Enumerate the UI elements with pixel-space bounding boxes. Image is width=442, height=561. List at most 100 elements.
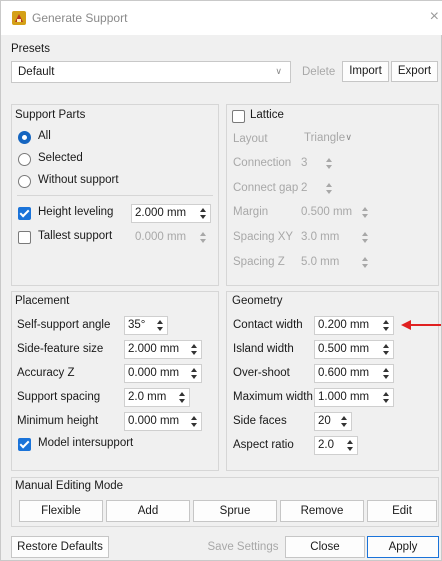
tallest-support-checkbox[interactable]	[18, 231, 31, 244]
chevron-down-icon: ∨	[345, 132, 352, 142]
side-feature-size-spinbox[interactable]: 2.000 mm	[124, 340, 202, 359]
support-parts-divider	[17, 195, 213, 196]
spin-arrows-icon[interactable]	[361, 231, 370, 244]
spacing-z-spinbox[interactable]: 5.0 mm	[297, 253, 373, 272]
self-support-angle-spinbox[interactable]: 35°	[124, 316, 168, 335]
height-leveling-label: Height leveling	[38, 206, 114, 218]
restore-defaults-button[interactable]: Restore Defaults	[11, 536, 109, 558]
island-width-label: Island width	[233, 343, 294, 355]
maximum-width-label: Maximum width	[233, 391, 313, 403]
add-button[interactable]: Add	[106, 500, 190, 522]
spin-arrows-icon[interactable]	[325, 182, 334, 195]
spin-arrows-icon[interactable]	[382, 319, 391, 332]
delete-button[interactable]: Delete	[302, 66, 335, 78]
spin-arrows-icon[interactable]	[190, 367, 199, 380]
close-icon[interactable]: ×	[430, 8, 439, 26]
edit-button[interactable]: Edit	[367, 500, 437, 522]
spacing-z-value: 5.0 mm	[301, 256, 340, 268]
spin-arrows-icon[interactable]	[325, 157, 334, 170]
contact-width-value: 0.200 mm	[318, 319, 370, 331]
support-spacing-value: 2.0 mm	[128, 391, 167, 403]
model-intersupport-label: Model intersupport	[38, 437, 134, 449]
spin-arrows-icon[interactable]	[190, 415, 199, 428]
minimum-height-value: 0.000 mm	[128, 415, 180, 427]
apply-button[interactable]: Apply	[367, 536, 439, 558]
accuracy-z-spinbox[interactable]: 0.000 mm	[124, 364, 202, 383]
connect-gap-value: 2	[301, 182, 308, 194]
spin-arrows-icon[interactable]	[199, 207, 208, 220]
side-feature-size-label: Side-feature size	[17, 343, 104, 355]
spin-arrows-icon[interactable]	[199, 231, 208, 244]
spin-arrows-icon[interactable]	[361, 206, 370, 219]
over-shoot-spinbox[interactable]: 0.600 mm	[314, 364, 394, 383]
accuracy-z-value: 0.000 mm	[128, 367, 180, 379]
self-support-angle-label: Self-support angle	[17, 319, 111, 331]
margin-label: Margin	[233, 206, 269, 218]
contact-width-spinbox[interactable]: 0.200 mm	[314, 316, 394, 335]
minimum-height-label: Minimum height	[17, 415, 99, 427]
connect-gap-label: Connect gap	[233, 182, 299, 194]
window-title: Generate Support	[32, 11, 128, 25]
close-button[interactable]: Close	[285, 536, 365, 558]
self-support-angle-value: 35°	[128, 319, 146, 331]
preset-value: Default	[18, 66, 55, 78]
geometry-label: Geometry	[232, 295, 283, 307]
aspect-ratio-spinbox[interactable]: 2.0	[314, 436, 358, 455]
connect-gap-spinbox[interactable]: 2	[297, 179, 337, 198]
side-faces-spinbox[interactable]: 20	[314, 412, 352, 431]
layout-value: Triangle	[304, 132, 346, 144]
aspect-ratio-label: Aspect ratio	[233, 439, 294, 451]
spin-arrows-icon[interactable]	[346, 439, 355, 452]
support-spacing-label: Support spacing	[17, 391, 101, 403]
radio-selected-label: Selected	[38, 152, 83, 164]
height-leveling-checkbox[interactable]	[18, 207, 31, 220]
preset-select[interactable]: Default ∨	[11, 61, 291, 83]
contact-width-label: Contact width	[233, 319, 303, 331]
minimum-height-spinbox[interactable]: 0.000 mm	[124, 412, 202, 431]
spin-arrows-icon[interactable]	[382, 391, 391, 404]
margin-spinbox[interactable]: 0.500 mm	[297, 203, 373, 222]
connection-spinbox[interactable]: 3	[297, 154, 337, 173]
placement-label: Placement	[15, 295, 70, 307]
lattice-label: Lattice	[250, 109, 284, 121]
spin-arrows-icon[interactable]	[382, 343, 391, 356]
import-button[interactable]: Import	[342, 61, 389, 82]
over-shoot-value: 0.600 mm	[318, 367, 370, 379]
over-shoot-label: Over-shoot	[233, 367, 290, 379]
spacing-xy-spinbox[interactable]: 3.0 mm	[297, 228, 373, 247]
height-leveling-value: 2.000 mm	[135, 207, 187, 219]
radio-without-support-label: Without support	[38, 174, 119, 186]
spin-arrows-icon[interactable]	[340, 415, 349, 428]
support-spacing-spinbox[interactable]: 2.0 mm	[124, 388, 190, 407]
lattice-checkbox[interactable]	[232, 110, 245, 123]
spin-arrows-icon[interactable]	[156, 319, 165, 332]
side-faces-label: Side faces	[233, 415, 287, 427]
tallest-support-spinbox[interactable]: 0.000 mm	[131, 228, 211, 247]
sprue-button[interactable]: Sprue	[193, 500, 277, 522]
accuracy-z-label: Accuracy Z	[17, 367, 75, 379]
model-intersupport-checkbox[interactable]	[18, 438, 31, 451]
manual-editing-label: Manual Editing Mode	[15, 480, 124, 492]
layout-select[interactable]: Triangle ∨	[297, 128, 361, 148]
radio-without-support[interactable]	[18, 175, 31, 188]
maximum-width-spinbox[interactable]: 1.000 mm	[314, 388, 394, 407]
margin-value: 0.500 mm	[301, 206, 353, 218]
radio-selected[interactable]	[18, 153, 31, 166]
spin-arrows-icon[interactable]	[382, 367, 391, 380]
annotation-arrow-icon	[401, 320, 441, 330]
export-button[interactable]: Export	[391, 61, 438, 82]
remove-button[interactable]: Remove	[280, 500, 364, 522]
island-width-spinbox[interactable]: 0.500 mm	[314, 340, 394, 359]
spin-arrows-icon[interactable]	[178, 391, 187, 404]
spacing-z-label: Spacing Z	[233, 256, 285, 268]
side-feature-size-value: 2.000 mm	[128, 343, 180, 355]
height-leveling-spinbox[interactable]: 2.000 mm	[131, 204, 211, 223]
spin-arrows-icon[interactable]	[361, 256, 370, 269]
flexible-button[interactable]: Flexible	[19, 500, 103, 522]
save-settings-button[interactable]: Save Settings	[203, 536, 283, 558]
spin-arrows-icon[interactable]	[190, 343, 199, 356]
radio-all[interactable]	[18, 131, 31, 144]
maximum-width-value: 1.000 mm	[318, 391, 370, 403]
presets-label: Presets	[11, 43, 50, 55]
chevron-down-icon: ∨	[275, 66, 282, 76]
